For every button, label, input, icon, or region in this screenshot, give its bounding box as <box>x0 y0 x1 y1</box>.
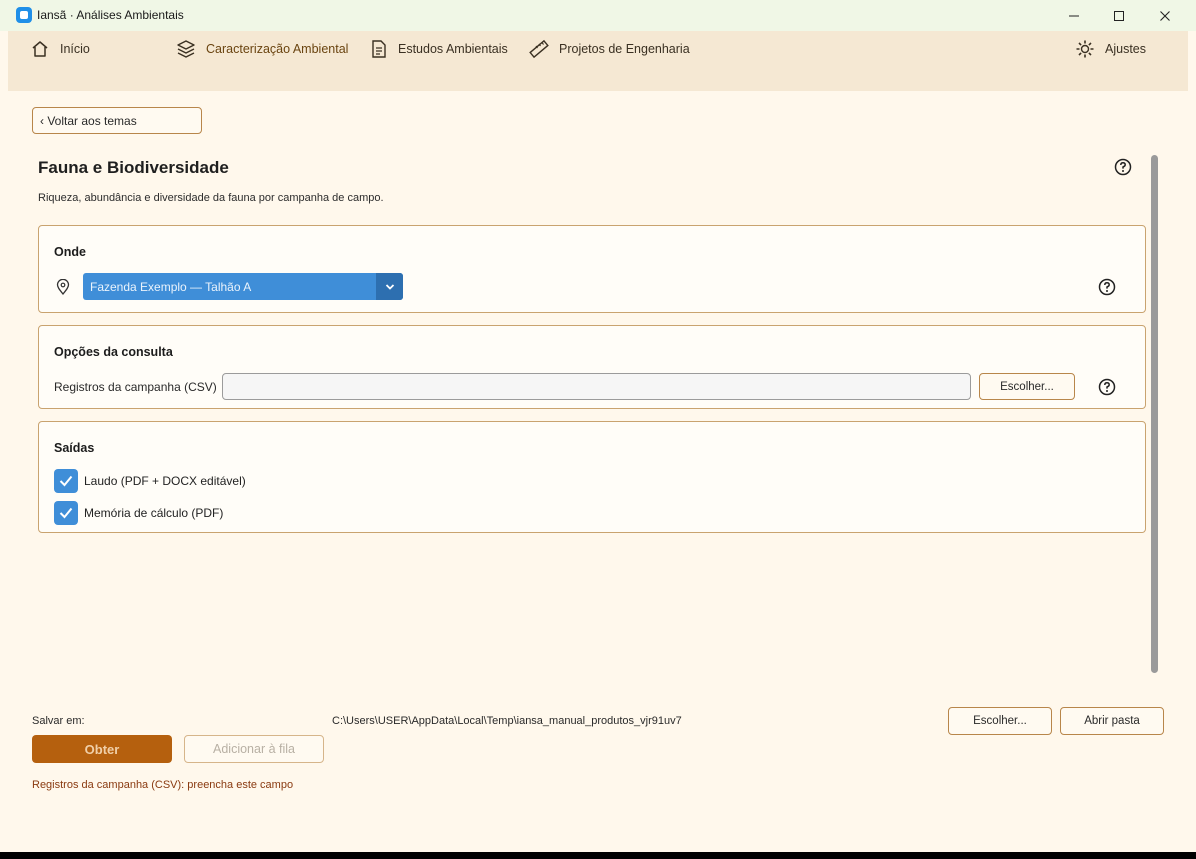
window-title: Iansã · Análises Ambientais <box>37 8 184 22</box>
nav-item-label: Projetos de Engenharia <box>559 42 690 56</box>
gear-icon <box>1076 40 1094 58</box>
app-window: Iansã · Análises Ambientais Início Carac… <box>0 0 1196 852</box>
home-icon <box>32 41 48 57</box>
app-logo-icon <box>16 7 32 23</box>
back-to-themes-button[interactable]: ‹ Voltar aos temas <box>32 107 202 134</box>
minimize-icon <box>1069 15 1079 16</box>
document-icon <box>372 40 386 58</box>
chevron-down-icon <box>385 283 394 290</box>
location-select[interactable]: Fazenda Exemplo — Talhão A <box>83 273 403 300</box>
minimize-button[interactable] <box>1051 0 1097 31</box>
saidas-title: Saídas <box>54 441 95 455</box>
output-option-label: Memória de cálculo (PDF) <box>84 506 224 520</box>
nav-item-inicio[interactable]: Início <box>30 39 90 59</box>
maximize-icon <box>1114 10 1124 21</box>
page-title: Fauna e Biodiversidade <box>38 158 229 177</box>
nav-item-caracterizacao[interactable]: Caracterização Ambiental <box>176 39 348 59</box>
nav-item-projetos[interactable]: Projetos de Engenharia <box>529 39 690 59</box>
add-to-queue-button[interactable]: Adicionar à fila <box>184 735 324 763</box>
page-description: Riqueza, abundância e diversidade da fau… <box>38 192 384 204</box>
onde-card: Onde Fazenda Exemplo — Talhão A <box>38 225 1146 313</box>
checkmark-icon <box>59 475 73 487</box>
close-icon <box>1160 10 1170 21</box>
nav-item-estudos[interactable]: Estudos Ambientais <box>370 39 508 59</box>
vertical-scrollbar[interactable] <box>1151 155 1158 673</box>
checkbox-checked[interactable] <box>54 469 78 493</box>
opcoes-title: Opções da consulta <box>54 345 173 359</box>
checkmark-icon <box>59 507 73 519</box>
title-bar: Iansã · Análises Ambientais <box>0 0 1196 31</box>
location-pin-icon <box>56 279 70 295</box>
maximize-button[interactable] <box>1096 0 1142 31</box>
help-icon[interactable] <box>1098 278 1116 296</box>
settings-label: Ajustes <box>1105 42 1146 56</box>
validation-error: Registros da campanha (CSV): preencha es… <box>32 779 294 791</box>
close-button[interactable] <box>1142 0 1188 31</box>
save-path-value: C:\Users\USER\AppData\Local\Temp\iansa_m… <box>332 715 682 727</box>
nav-item-ajustes[interactable]: Ajustes <box>1075 39 1146 59</box>
save-location-label: Salvar em: <box>32 715 85 727</box>
output-option-laudo[interactable]: Laudo (PDF + DOCX editável) <box>54 469 246 493</box>
ruler-icon <box>529 39 549 59</box>
nav-item-label: Estudos Ambientais <box>398 42 508 56</box>
choose-folder-button[interactable]: Escolher... <box>948 707 1052 735</box>
help-icon[interactable] <box>1114 158 1132 176</box>
opcoes-card: Opções da consulta Registros da campanha… <box>38 325 1146 409</box>
choose-csv-button[interactable]: Escolher... <box>979 373 1075 400</box>
obter-button[interactable]: Obter <box>32 735 172 763</box>
main-nav: Início Caracterização Ambiental Estudos … <box>8 31 1188 91</box>
main-content: ‹ Voltar aos temas Fauna e Biodiversidad… <box>8 91 1188 852</box>
csv-path-input[interactable] <box>222 373 971 400</box>
nav-item-label: Início <box>60 42 90 56</box>
checkbox-checked[interactable] <box>54 501 78 525</box>
saidas-card: Saídas Laudo (PDF + DOCX editável) Memór… <box>38 421 1146 533</box>
onde-title: Onde <box>54 245 86 259</box>
layers-icon <box>177 40 195 58</box>
csv-field-label: Registros da campanha (CSV) <box>54 380 217 394</box>
nav-item-label: Caracterização Ambiental <box>206 42 349 56</box>
output-option-memoria[interactable]: Memória de cálculo (PDF) <box>54 501 223 525</box>
select-caret[interactable] <box>376 273 403 300</box>
output-option-label: Laudo (PDF + DOCX editável) <box>84 474 246 488</box>
location-select-value: Fazenda Exemplo — Talhão A <box>90 279 252 294</box>
open-folder-button[interactable]: Abrir pasta <box>1060 707 1164 735</box>
help-icon[interactable] <box>1098 378 1116 396</box>
